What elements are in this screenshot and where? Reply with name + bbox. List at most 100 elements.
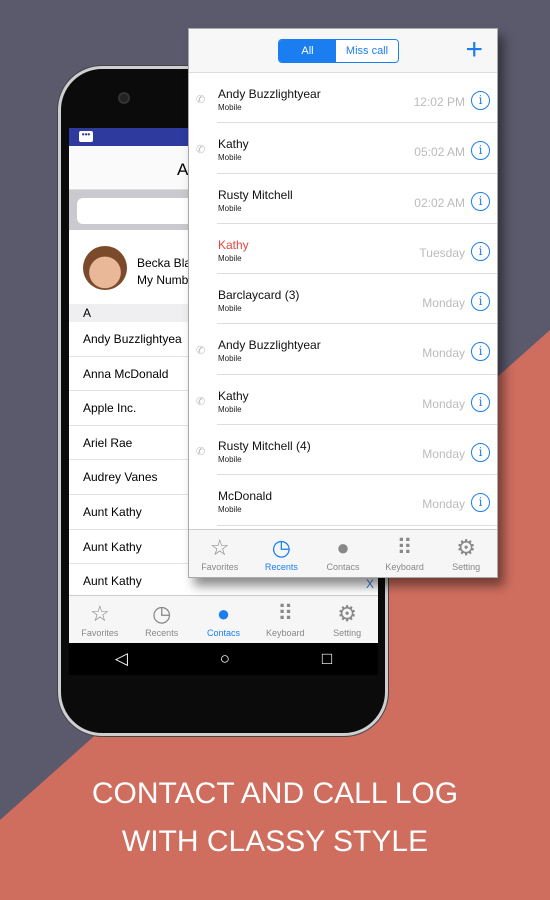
info-icon[interactable]: i (471, 241, 490, 261)
camera (118, 92, 130, 104)
tab-setting[interactable]: ⚙ Setting (316, 596, 378, 643)
caller-name: Rusty Mitchell (218, 187, 293, 202)
ad-close-button[interactable]: X (366, 577, 374, 591)
clock-icon: ◷ (152, 601, 172, 626)
call-type: Mobile (218, 354, 242, 364)
call-log-row[interactable]: ✆ Rusty Mitchell (4) Mobile Monday i (189, 425, 497, 476)
outgoing-call-icon: ✆ (196, 94, 206, 106)
info-icon[interactable]: i (471, 141, 490, 161)
tab-label: Setting (333, 628, 362, 638)
caller-name: Andy Buzzlightyear (218, 87, 321, 101)
call-log-row[interactable]: Barclaycard (3) Mobile Monday i (189, 274, 497, 325)
recents-screen: All Miss call + ✆ Andy Buzzlightyear Mobi… (188, 28, 498, 578)
outgoing-call-icon: ✆ (196, 345, 206, 358)
profile-name: Becka Bla (137, 256, 192, 270)
star-icon: ☆ (90, 601, 110, 626)
caller-name: Kathy (218, 388, 249, 403)
person-icon: ● (336, 535, 350, 560)
call-type: Mobile (218, 153, 242, 163)
info-icon[interactable]: i (471, 91, 490, 110)
call-time: 12:02 PM (413, 95, 465, 109)
call-type: Mobile (218, 304, 242, 314)
info-icon[interactable]: i (471, 392, 490, 412)
segmented-control: All Miss call (278, 39, 399, 63)
call-time: Monday (422, 447, 465, 462)
tab-label: Keyboard (266, 628, 305, 638)
gear-icon: ⚙ (337, 601, 357, 626)
call-type: Mobile (218, 203, 242, 213)
segment-all[interactable]: All (279, 40, 336, 62)
call-time: Monday (422, 497, 465, 512)
person-icon: ● (216, 601, 231, 626)
call-log-row[interactable]: Kathy Mobile Tuesday i (189, 224, 497, 275)
call-time: Tuesday (419, 245, 465, 260)
call-type: Mobile (218, 103, 242, 112)
info-icon[interactable]: i (471, 493, 490, 513)
tab-keyboard[interactable]: ⠿ Keyboard (254, 596, 316, 643)
tab-label: Favorites (81, 628, 119, 638)
caller-name: Barclaycard (3) (218, 288, 300, 303)
tab-label: Keyboard (385, 562, 424, 572)
android-nav-bar: ◁ ○ □ (69, 643, 378, 675)
contacts-tab-bar: ☆ Favorites ◷ Recents ● Contacs ⠿ Keyboard ⚙ Sett… (69, 595, 378, 643)
page-title: A (177, 160, 189, 179)
caller-name: Kathy (218, 137, 249, 152)
caller-name: McDonald (218, 489, 273, 504)
tab-contacs[interactable]: ● Contacs (193, 596, 255, 643)
call-time: 02:02 AM (414, 195, 465, 210)
call-type: Mobile (218, 253, 242, 263)
info-icon[interactable]: i (471, 443, 490, 463)
outgoing-call-icon: ✆ (196, 144, 206, 157)
back-icon[interactable]: ◁ (115, 649, 128, 669)
call-type: Mobile (218, 404, 242, 414)
tab-recents[interactable]: ◷ Recents (251, 530, 313, 577)
tab-label: Contacs (206, 628, 240, 638)
message-icon: ••• (79, 131, 93, 142)
recent-apps-icon[interactable]: □ (322, 649, 332, 669)
keypad-icon: ⠿ (396, 535, 413, 560)
call-time: Monday (422, 346, 465, 361)
call-log-row[interactable]: ✆ Andy Buzzlightyear Mobile Monday i (189, 324, 497, 376)
recents-header: All Miss call + (189, 29, 497, 73)
call-log-row[interactable]: ✆ Kathy Mobile Monday i (189, 375, 497, 426)
keypad-icon: ⠿ (277, 601, 294, 626)
outgoing-call-icon: ✆ (196, 395, 206, 408)
tab-favorites[interactable]: ☆ Favorites (189, 530, 251, 577)
tab-label: Setting (452, 562, 481, 572)
call-log-row[interactable]: ✆ Kathy Mobile 05:02 AM i (189, 123, 497, 174)
caller-name: Rusty Mitchell (4) (218, 439, 311, 454)
call-log-row[interactable]: ✆ Andy Buzzlightyear Mobile 12:02 PM i (189, 73, 497, 124)
tab-recents[interactable]: ◷ Recents (131, 596, 193, 643)
caller-name: Kathy (218, 237, 249, 252)
info-icon[interactable]: i (471, 191, 490, 211)
add-icon[interactable]: + (465, 33, 483, 67)
tab-favorites[interactable]: ☆ Favorites (69, 596, 131, 643)
tab-setting[interactable]: ⚙ Setting (435, 530, 497, 577)
tab-label: Contacs (326, 562, 360, 572)
profile-number: My Numb (137, 273, 189, 287)
outgoing-call-icon: ✆ (196, 446, 206, 459)
call-time: Monday (422, 396, 465, 411)
call-log-row[interactable]: McDonald Mobile Monday i (189, 475, 497, 526)
tab-label: Recents (145, 628, 179, 638)
tab-contacs[interactable]: ● Contacs (312, 530, 374, 577)
recents-tab-bar: ☆ Favorites ◷ Recents ● Contacs ⠿ Keyboard ⚙ Sett… (189, 529, 497, 577)
tab-keyboard[interactable]: ⠿ Keyboard (374, 530, 436, 577)
caller-name: Andy Buzzlightyear (218, 338, 321, 353)
home-icon[interactable]: ○ (220, 649, 230, 669)
headline-line-1: CONTACT AND CALL LOG (91, 777, 459, 810)
headline-line-2: WITH CLASSY STYLE (121, 825, 429, 858)
avatar (83, 246, 127, 290)
call-type: Mobile (218, 505, 242, 515)
gear-icon: ⚙ (456, 535, 477, 560)
info-icon[interactable]: i (471, 292, 490, 312)
call-type: Mobile (218, 455, 242, 465)
clock-icon: ◷ (271, 535, 291, 560)
call-log-row[interactable]: Rusty Mitchell Mobile 02:02 AM i (189, 174, 497, 225)
info-icon[interactable]: i (471, 342, 490, 362)
star-icon: ☆ (209, 535, 230, 560)
call-time: 05:02 AM (414, 145, 465, 160)
call-time: Monday (422, 296, 465, 311)
segment-missed[interactable]: Miss call (336, 40, 398, 62)
tab-label: Recents (264, 562, 298, 572)
